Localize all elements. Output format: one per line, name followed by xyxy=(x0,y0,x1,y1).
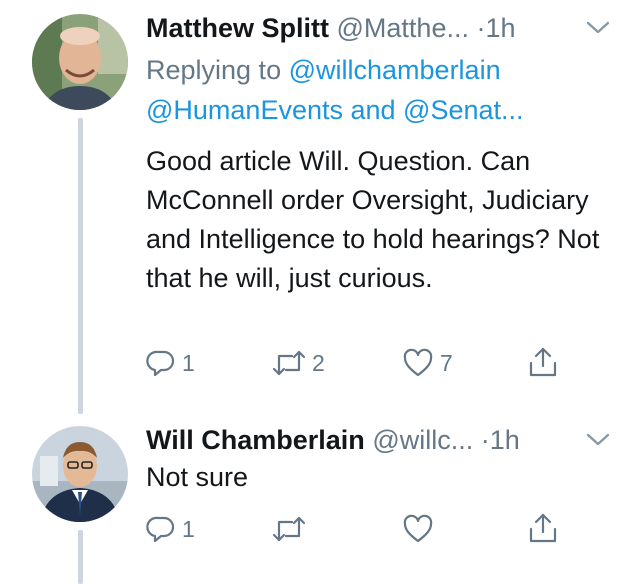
author-name[interactable]: Will Chamberlain xyxy=(146,425,365,455)
author-handle[interactable]: @Matthe... xyxy=(337,13,469,43)
reply-count: 1 xyxy=(182,515,195,542)
share-button[interactable] xyxy=(528,346,558,378)
like-button[interactable] xyxy=(402,514,440,544)
timestamp[interactable]: 1h xyxy=(490,425,520,455)
share-icon xyxy=(529,347,557,377)
thread-line-top xyxy=(78,118,83,414)
replying-to: Replying to @willchamberlain xyxy=(146,50,501,90)
chevron-down-icon[interactable] xyxy=(586,20,610,36)
retweet-button[interactable]: 2 xyxy=(272,348,325,378)
share-button[interactable] xyxy=(528,512,558,544)
like-button[interactable]: 7 xyxy=(402,348,453,378)
reply-handles-link[interactable]: @HumanEvents and @Senat... xyxy=(146,95,524,125)
reply-count: 1 xyxy=(182,349,195,376)
avatar[interactable] xyxy=(32,14,128,110)
tweet-header: Will Chamberlain @willc... ·1h xyxy=(146,424,520,456)
separator-dot: · xyxy=(480,425,490,455)
retweet-button[interactable] xyxy=(272,514,312,544)
reply-handle-link[interactable]: @willchamberlain xyxy=(289,55,501,85)
like-icon xyxy=(403,514,433,543)
separator-dot: · xyxy=(476,13,486,43)
thread-line-bottom xyxy=(78,530,83,584)
author-name[interactable]: Matthew Splitt xyxy=(146,13,329,43)
share-icon xyxy=(529,513,557,543)
replying-to-more: @HumanEvents and @Senat... xyxy=(146,90,524,130)
reply-icon xyxy=(146,350,175,377)
replying-to-prefix: Replying to xyxy=(146,55,282,85)
author-handle[interactable]: @willc... xyxy=(372,425,473,455)
retweet-icon xyxy=(272,516,306,542)
reply-button[interactable]: 1 xyxy=(146,514,195,544)
like-count: 7 xyxy=(440,349,453,376)
like-icon xyxy=(403,348,433,377)
retweet-icon xyxy=(272,350,306,376)
chevron-down-icon[interactable] xyxy=(586,432,610,448)
timestamp[interactable]: 1h xyxy=(486,13,516,43)
tweet-text: Not sure xyxy=(146,462,249,492)
reply-icon xyxy=(146,516,175,543)
reply-button[interactable]: 1 xyxy=(146,348,195,378)
avatar[interactable] xyxy=(32,426,128,522)
tweet-text: Good article Will. Question. Can McConne… xyxy=(146,146,600,293)
retweet-count: 2 xyxy=(312,349,325,376)
tweet-header: Matthew Splitt @Matthe... ·1h xyxy=(146,12,516,44)
